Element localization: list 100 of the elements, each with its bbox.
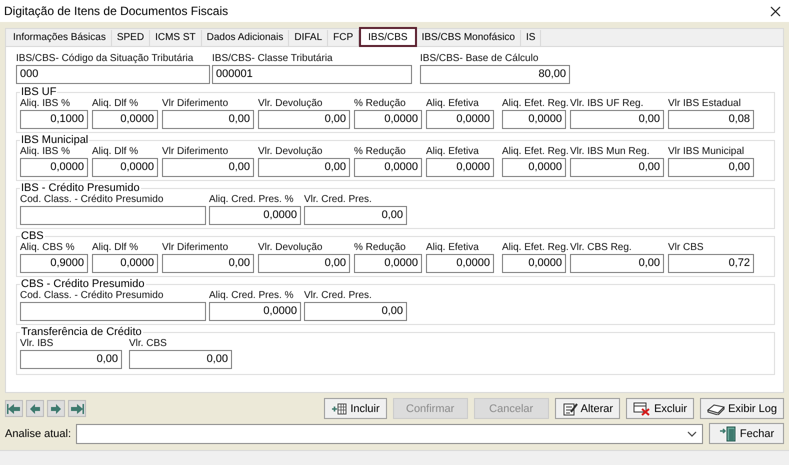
field-label: Aliq. Efet. Reg. <box>502 98 566 110</box>
field-label: IBS/CBS- Base de Cálculo <box>420 53 540 65</box>
input-field[interactable]: 0,0000 <box>502 110 566 129</box>
input-field[interactable]: 0,00 <box>304 206 407 225</box>
input-field[interactable]: 0,00 <box>162 254 254 273</box>
field-label: Aliq. IBS % <box>20 146 72 158</box>
input-field[interactable]: 0,00 <box>570 254 664 273</box>
field-label: Aliq. IBS % <box>20 98 72 110</box>
field-label: Aliq. Dlf % <box>92 242 140 254</box>
field-label: Aliq. Cred. Pres. % <box>209 290 294 302</box>
input-field[interactable]: 0,0000 <box>354 110 422 129</box>
field-label: Aliq. Dlf % <box>92 98 140 110</box>
group-title: Transferência de Crédito <box>20 327 143 338</box>
field-label: Aliq. Efet. Reg. <box>502 242 566 254</box>
field-label: % Redução <box>354 146 407 158</box>
first-icon[interactable] <box>5 400 23 417</box>
field-label: Aliq. Efetiva <box>426 242 480 254</box>
exit-door-icon <box>718 426 737 442</box>
input-field[interactable]: 0,00 <box>20 350 122 369</box>
field-label: Vlr. CBS Reg. <box>570 242 633 254</box>
field-label: Aliq. Efet. Reg. <box>502 146 566 158</box>
input-field[interactable]: 0,00 <box>129 350 232 369</box>
input-field[interactable]: 0,1000 <box>20 110 88 129</box>
field-label: % Redução <box>354 242 407 254</box>
field-label: IBS/CBS- Classe Tributária <box>212 53 334 65</box>
field-label: Vlr. Devolução <box>258 98 324 110</box>
close-button[interactable]: Fechar <box>709 423 784 444</box>
input-field[interactable]: 0,0000 <box>354 158 422 177</box>
input-field[interactable]: 0,00 <box>668 158 754 177</box>
field-label: Cod. Class. - Crédito Presumido <box>20 290 164 302</box>
previous-icon[interactable] <box>26 400 44 417</box>
field-label: Vlr. Cred. Pres. <box>304 194 373 206</box>
field-label: Vlr IBS Estadual <box>668 98 742 110</box>
input-field[interactable]: 0,0000 <box>354 254 422 273</box>
input-field[interactable]: 0,0000 <box>426 254 494 273</box>
next-icon[interactable] <box>47 400 65 417</box>
input-field[interactable]: 0,0000 <box>209 302 301 321</box>
field-label: Cod. Class. - Crédito Presumido <box>20 194 164 206</box>
analysis-dropdown[interactable] <box>76 424 703 444</box>
input-field[interactable]: 0,0000 <box>92 254 158 273</box>
input-field[interactable]: 80,00 <box>420 65 570 84</box>
input-field[interactable]: 0,00 <box>258 110 350 129</box>
group-title: IBS Municipal <box>20 135 90 146</box>
field-label: Vlr Diferimento <box>162 98 230 110</box>
input-field[interactable]: 0,0000 <box>426 158 494 177</box>
input-field[interactable]: 0,0000 <box>92 158 158 177</box>
action-button[interactable]: Incluir <box>324 398 387 419</box>
field-label: Aliq. Cred. Pres. % <box>209 194 294 206</box>
field-label: Aliq. Efetiva <box>426 98 480 110</box>
field-label: Aliq. CBS % <box>20 242 76 254</box>
group-title: CBS - Crédito Presumido <box>20 279 146 290</box>
field-label: Vlr. IBS UF Reg. <box>570 98 644 110</box>
group-title: CBS <box>20 231 45 242</box>
field-label: Vlr. Devolução <box>258 146 324 158</box>
action-button[interactable]: Excluir <box>626 398 694 419</box>
add-table-icon <box>331 402 348 414</box>
field-label: Vlr IBS Municipal <box>668 146 746 158</box>
input-field[interactable]: 0,08 <box>668 110 754 129</box>
input-field[interactable]: 0,0000 <box>426 110 494 129</box>
input-field[interactable]: 0,9000 <box>20 254 88 273</box>
input-field[interactable]: 0,72 <box>668 254 754 273</box>
field-label: Vlr. Devolução <box>258 242 324 254</box>
group-title: IBS UF <box>20 87 58 98</box>
input-field[interactable]: 0,00 <box>258 158 350 177</box>
tab[interactable]: IBS/CBS <box>359 27 417 47</box>
field-label: Aliq. Efetiva <box>426 146 480 158</box>
input-field[interactable]: 0,0000 <box>502 254 566 273</box>
action-button[interactable]: Exibir Log <box>700 398 784 419</box>
field-label: Aliq. Dlf % <box>92 146 140 158</box>
action-button[interactable]: Alterar <box>554 398 620 419</box>
field-label: IBS/CBS- Código da Situação Tributária <box>16 53 194 65</box>
input-field[interactable]: 0,00 <box>570 158 664 177</box>
field-label: Vlr Diferimento <box>162 242 230 254</box>
field-label: Vlr. CBS <box>129 338 168 350</box>
field-label: Vlr. IBS <box>20 338 54 350</box>
delete-icon <box>633 402 652 416</box>
input-field[interactable]: 000 <box>16 65 210 84</box>
last-icon[interactable] <box>68 400 86 417</box>
input-field[interactable]: 0,00 <box>162 158 254 177</box>
input-field[interactable] <box>20 206 206 225</box>
input-field[interactable]: 0,0000 <box>92 110 158 129</box>
field-label: % Redução <box>354 98 407 110</box>
input-field[interactable]: 0,00 <box>304 302 407 321</box>
field-label: Vlr. Cred. Pres. <box>304 290 373 302</box>
input-field[interactable]: 0,0000 <box>209 206 301 225</box>
close-icon[interactable] <box>770 6 781 16</box>
field-label: Vlr Diferimento <box>162 146 230 158</box>
input-field[interactable]: 0,00 <box>258 254 350 273</box>
edit-document-icon <box>562 402 578 416</box>
input-field[interactable]: 0,0000 <box>502 158 566 177</box>
field-label: Analise atual: <box>5 428 72 440</box>
input-field[interactable]: 0,0000 <box>20 158 88 177</box>
field-label: Vlr. IBS Mun Reg. <box>570 146 650 158</box>
input-field[interactable]: 0,00 <box>162 110 254 129</box>
field-label: Vlr CBS <box>668 242 705 254</box>
book-icon <box>707 402 726 414</box>
input-field[interactable] <box>20 302 206 321</box>
group-title: IBS - Crédito Presumido <box>20 183 141 194</box>
input-field[interactable]: 0,00 <box>570 110 664 129</box>
input-field[interactable]: 000001 <box>212 65 412 84</box>
